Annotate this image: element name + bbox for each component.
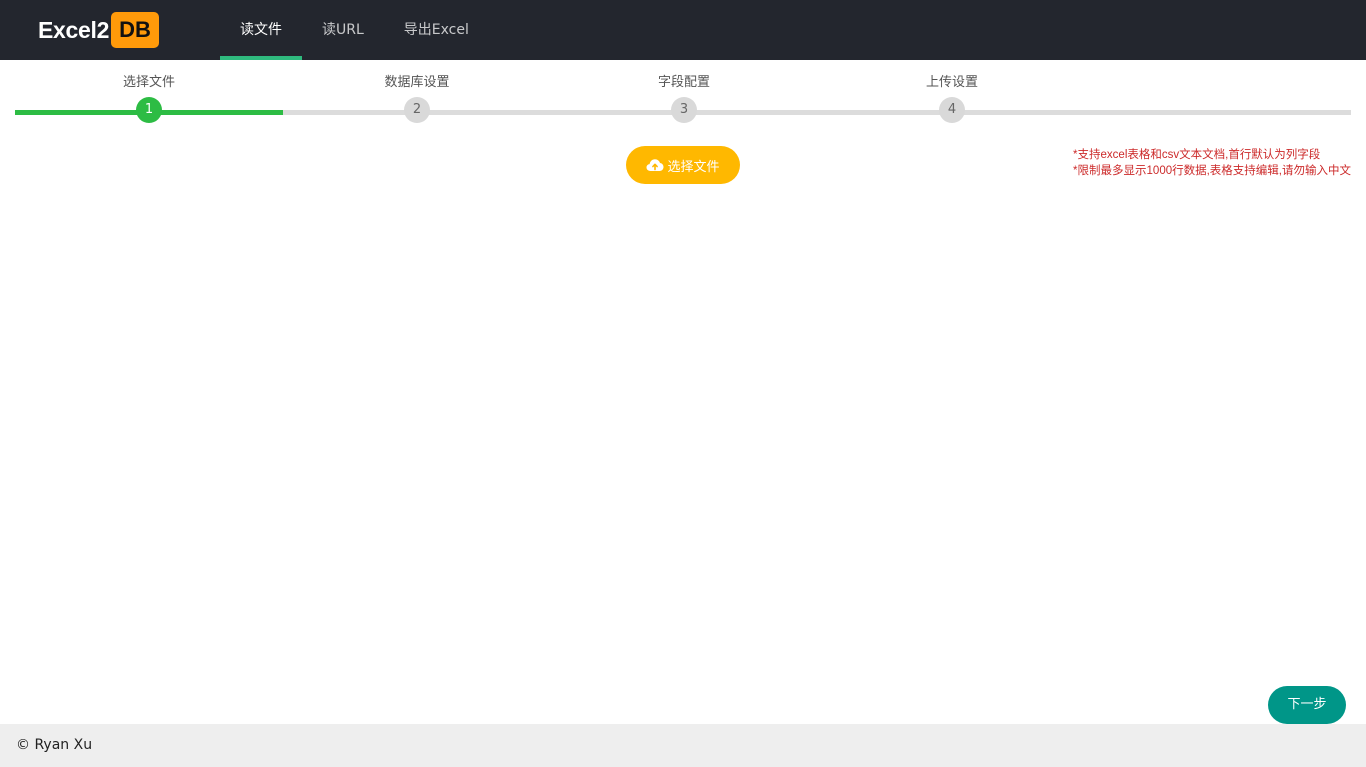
step-indicator-3: 3 (671, 97, 697, 123)
cloud-upload-icon (646, 159, 664, 171)
main-nav: 读文件 读URL 导出Excel (220, 0, 489, 60)
select-file-button[interactable]: 选择文件 (626, 146, 740, 184)
logo-text: Excel2 (38, 16, 110, 43)
note-row-limit: *限制最多显示1000行数据,表格支持编辑,请勿输入中文 (1073, 165, 1351, 177)
logo-badge: DB (111, 12, 159, 48)
select-file-button-label: 选择文件 (667, 159, 720, 175)
top-navbar: Excel2 DB 读文件 读URL 导出Excel (0, 0, 1366, 60)
step-indicator-2: 2 (404, 97, 430, 123)
step-indicator-1: 1 (136, 97, 162, 123)
page-footer: © Ryan Xu (0, 724, 1366, 767)
nav-item-export-excel[interactable]: 导出Excel (384, 0, 489, 60)
nav-item-read-file[interactable]: 读文件 (220, 0, 302, 60)
step-label-field-config: 字段配置 (657, 75, 710, 90)
step-progress-bar: 选择文件 1 数据库设置 2 字段配置 3 上传设置 4 (0, 60, 1366, 140)
app-logo[interactable]: Excel2 DB (38, 12, 159, 48)
note-supported-formats: *支持excel表格和csv文本文档,首行默认为列字段 (1073, 149, 1321, 161)
footer-copyright: © Ryan Xu (16, 737, 93, 753)
step-indicator-4: 4 (939, 97, 965, 123)
next-step-button[interactable]: 下一步 (1268, 686, 1346, 724)
nav-item-read-url[interactable]: 读URL (302, 0, 384, 60)
step-label-upload-settings: 上传设置 (925, 75, 978, 90)
step-label-select-file: 选择文件 (122, 75, 175, 90)
step-label-database-settings: 数据库设置 (384, 75, 450, 90)
upload-notes: *支持excel表格和csv文本文档,首行默认为列字段 *限制最多显示1000行… (1073, 147, 1351, 179)
